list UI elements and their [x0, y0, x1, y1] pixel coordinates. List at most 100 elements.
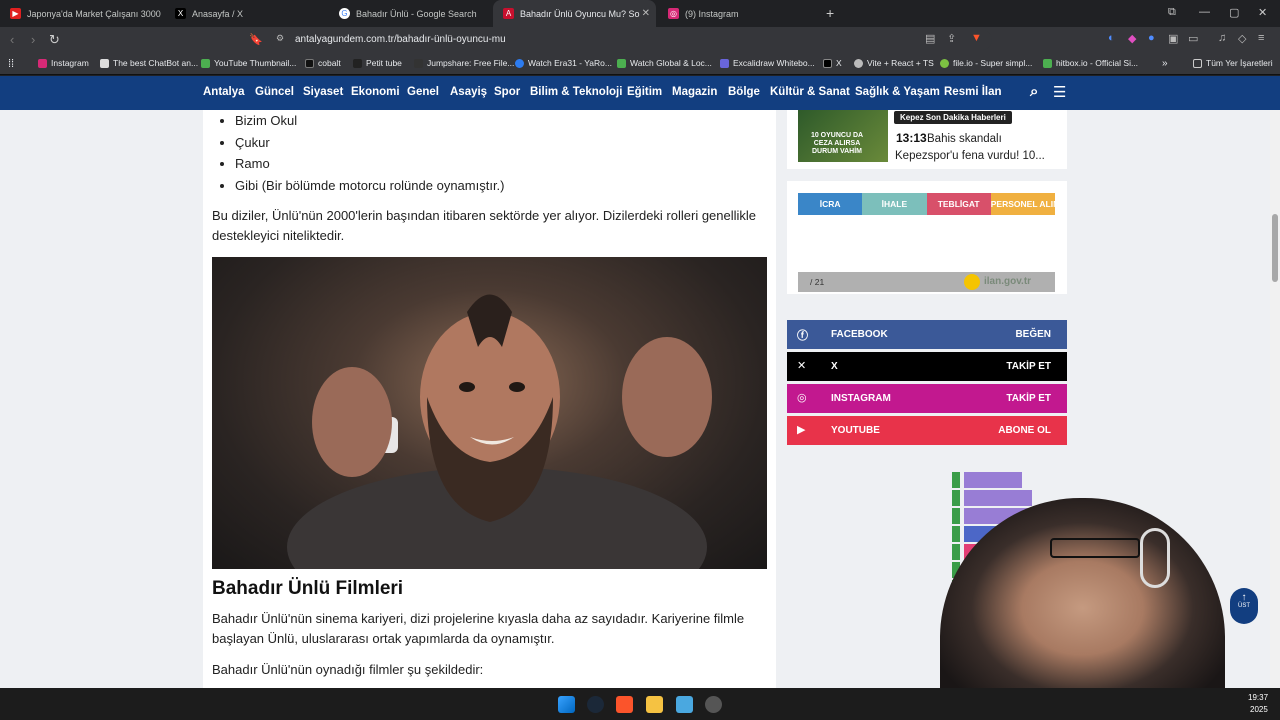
tab-google-search[interactable]: G Bahadır Ünlü - Google Search — [329, 0, 489, 27]
obs-icon[interactable] — [705, 696, 722, 713]
bookmark-item[interactable]: hitbox.io - Official Si... — [1043, 58, 1138, 68]
nav-bilim-teknoloji[interactable]: Bilim & Teknoloji — [530, 86, 622, 98]
bookmark-icon[interactable]: 🔖 — [249, 33, 263, 46]
sidebar-icon[interactable]: ▭ — [1188, 32, 1198, 45]
all-bookmarks-folder[interactable]: Tüm Yer İşaretleri — [1193, 58, 1273, 68]
nav-magazin[interactable]: Magazin — [672, 86, 717, 98]
bookmark-item[interactable]: Jumpshare: Free File... — [414, 58, 514, 68]
x-follow-button[interactable]: ✕ X TAKİP ET — [787, 352, 1067, 381]
paragraph: Bahadır Ünlü'nün oynadığı filmler şu şek… — [212, 662, 484, 677]
article-body: Bizim Okul Çukur Ramo Gibi (Bir bölümde … — [203, 110, 776, 688]
brave-shield-icon[interactable]: ▼ — [971, 32, 982, 44]
start-icon[interactable] — [558, 696, 575, 713]
ilan-counter: / 21 — [810, 277, 825, 287]
extension-icon[interactable]: ◐ — [1108, 32, 1115, 44]
sidebar-news-card[interactable]: 10 OYUNCU DA CEZA ALIRSA DURUM VAHİM Kepez… — [787, 110, 1067, 169]
nav-ekonomi[interactable]: Ekonomi — [351, 86, 400, 98]
extension-icon[interactable]: ● — [1148, 32, 1155, 44]
section-heading: Bahadır Ünlü Filmleri — [212, 578, 404, 599]
minimize-icon[interactable]: — — [1199, 6, 1210, 18]
tab-active-article[interactable]: A Bahadır Ünlü Oyuncu Mu? Sosya ✕ — [493, 0, 656, 27]
cobalt-icon — [305, 58, 314, 68]
forward-icon[interactable]: › — [31, 32, 35, 47]
bookmark-item[interactable]: file.io - Super simpl... — [940, 58, 1032, 68]
nav-guncel[interactable]: Güncel — [255, 86, 294, 98]
scroll-top-button[interactable]: ↑ ÜST — [1230, 588, 1258, 624]
bookmark-item[interactable]: Watch Era31 - YaRo... — [515, 58, 612, 68]
tab-personel-alim[interactable]: PERSONEL ALIM — [990, 193, 1055, 215]
site-info-icon[interactable]: ⚙ — [276, 33, 284, 44]
close-tab-icon[interactable]: ✕ — [642, 8, 650, 19]
back-icon[interactable]: ‹ — [10, 32, 14, 47]
social-name: INSTAGRAM — [831, 393, 891, 404]
nav-asayis[interactable]: Asayiş — [450, 86, 487, 98]
nav-siyaset[interactable]: Siyaset — [303, 86, 343, 98]
tab-instagram[interactable]: ◎ (9) Instagram — [658, 0, 818, 27]
bookmark-item[interactable]: Excalidraw Whitebo... — [720, 58, 815, 68]
share-icon[interactable]: ⇪ — [947, 32, 956, 45]
bookmark-item[interactable]: Vite + React + TS — [854, 58, 934, 68]
wallet-icon[interactable]: ◇ — [1238, 32, 1246, 45]
site-main-nav: Antalya Güncel Siyaset Ekonomi Genel Asa… — [0, 76, 1280, 110]
new-tab-button[interactable]: + — [826, 5, 834, 21]
excalidraw-icon — [720, 58, 729, 68]
social-name: X — [831, 361, 838, 372]
steam-icon[interactable] — [587, 696, 604, 713]
tab-x-home[interactable]: X Anasayfa / X — [165, 0, 325, 27]
more-bookmarks-icon[interactable]: » — [1162, 58, 1168, 69]
social-action: TAKİP ET — [1006, 361, 1051, 372]
tab-icra[interactable]: İCRA — [798, 193, 863, 215]
scrollbar-thumb[interactable] — [1272, 214, 1278, 282]
bookmark-item[interactable]: X — [823, 58, 842, 68]
extension-icon[interactable]: ◆ — [1128, 32, 1136, 45]
search-icon[interactable]: ⌕ — [1030, 83, 1038, 100]
file-io-icon — [940, 58, 949, 68]
bookmark-item[interactable]: cobalt — [305, 58, 341, 68]
file-explorer-icon[interactable] — [646, 696, 663, 713]
hamburger-menu-icon[interactable]: ☰ — [1053, 83, 1066, 101]
nav-resmi-ilan[interactable]: Resmi İlan — [944, 86, 1002, 98]
extension-icon[interactable]: ▣ — [1168, 32, 1178, 45]
bookmark-item[interactable]: Petit tube — [353, 58, 402, 68]
music-icon[interactable]: ♫ — [1218, 32, 1226, 44]
bookmark-item[interactable]: Watch Global & Loc... — [617, 58, 712, 68]
page-scrollbar[interactable] — [1270, 110, 1280, 688]
facebook-button[interactable]: ⓕ FACEBOOK BEĞEN — [787, 320, 1067, 349]
chatbot-icon — [100, 58, 109, 68]
reader-mode-icon[interactable]: ▤ — [925, 32, 935, 45]
tab-ihale[interactable]: İHALE — [862, 193, 927, 215]
nav-genel[interactable]: Genel — [407, 86, 439, 98]
list-item: Çukur — [235, 134, 505, 156]
nav-egitim[interactable]: Eğitim — [627, 86, 662, 98]
menu-icon[interactable]: ≡ — [1258, 32, 1264, 44]
tab-japonya[interactable]: ▶ Japonya'da Market Çalışanı 3000 Dol — [0, 0, 163, 27]
close-window-icon[interactable]: ✕ — [1258, 6, 1267, 19]
maximize-icon[interactable]: ▢ — [1229, 6, 1239, 19]
page-content: Bizim Okul Çukur Ramo Gibi (Bir bölümde … — [0, 110, 1280, 688]
brave-browser-icon[interactable] — [616, 696, 633, 713]
nav-spor[interactable]: Spor — [494, 86, 520, 98]
bookmark-item[interactable]: YouTube Thumbnail... — [201, 58, 296, 68]
social-action: ABONE OL — [998, 425, 1051, 436]
url-field[interactable]: ⚙ antalyagundem.com.tr/bahadır-ünlü-oyun… — [270, 30, 992, 50]
nav-kultur-sanat[interactable]: Kültür & Sanat — [770, 86, 850, 98]
ilan-widget: İCRA İHALE TEBLİGAT PERSONEL ALIM / 21 i… — [787, 181, 1067, 294]
reload-icon[interactable]: ↻ — [49, 32, 60, 48]
youtube-subscribe-button[interactable]: ▶ YOUTUBE ABONE OL — [787, 416, 1067, 445]
instagram-follow-button[interactable]: ◎ INSTAGRAM TAKİP ET — [787, 384, 1067, 413]
list-item: Gibi (Bir bölümde motorcu rolünde oynamı… — [235, 177, 505, 199]
ilan-tabs: İCRA İHALE TEBLİGAT PERSONEL ALIM — [798, 193, 1055, 215]
nav-saglik-yasam[interactable]: Sağlık & Yaşam — [855, 86, 940, 98]
photos-icon[interactable] — [676, 696, 693, 713]
article-image — [212, 257, 767, 569]
list-item: Bizim Okul — [235, 112, 505, 134]
bookmark-item[interactable]: The best ChatBot an... — [100, 58, 198, 68]
tab-tebligat[interactable]: TEBLİGAT — [926, 193, 991, 215]
nav-antalya[interactable]: Antalya — [203, 86, 245, 98]
extensions-icon[interactable]: ⧉ — [1168, 6, 1176, 19]
social-action: TAKİP ET — [1006, 393, 1051, 404]
nav-bolge[interactable]: Bölge — [728, 86, 760, 98]
bookmark-item[interactable]: Instagram — [38, 58, 89, 68]
paragraph: Bahadır Ünlü'nün sinema kariyeri, dizi p… — [212, 611, 745, 646]
apps-icon[interactable]: ⁞⁞ — [8, 58, 14, 70]
